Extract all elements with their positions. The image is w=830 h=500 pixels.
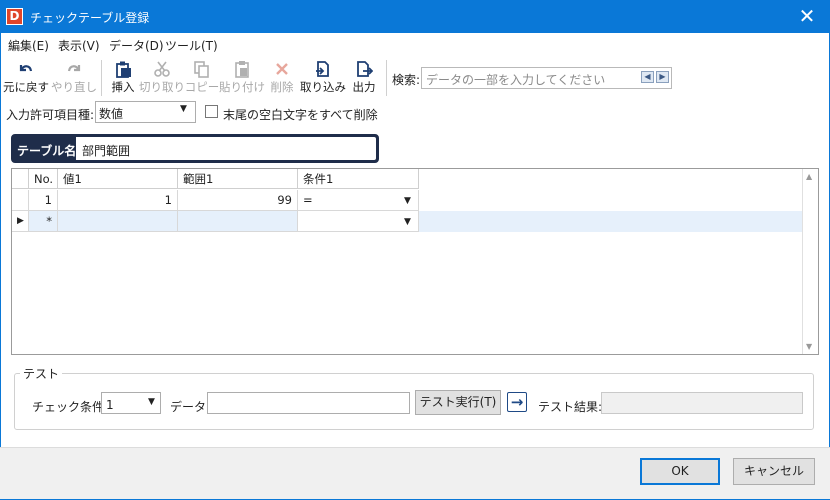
column-header-no[interactable]: No. [29, 169, 58, 189]
column-header-value1[interactable]: 値1 [58, 169, 178, 189]
export-button[interactable]: 出力 [344, 58, 384, 98]
search-prev-button[interactable]: ◀ [641, 71, 654, 83]
grid-corner [12, 169, 29, 189]
delete-icon [262, 58, 302, 80]
chevron-down-icon[interactable]: ▼ [404, 217, 411, 227]
table-name-label: テーブル名: [17, 144, 82, 158]
ok-button[interactable]: OK [640, 458, 720, 485]
undo-button[interactable]: 元に戻す [3, 58, 49, 98]
condition-select-value: 1 [106, 398, 114, 412]
undo-label: 元に戻す [3, 80, 49, 94]
new-row-filler [419, 211, 802, 232]
type-select-value: 数値 [99, 107, 124, 121]
window-title: チェックテーブル登録 [30, 11, 150, 25]
toolbar-separator [386, 60, 387, 96]
table-name-value: 部門範囲 [82, 144, 131, 158]
run-test-button[interactable]: テスト実行(T) [415, 390, 501, 415]
type-label: 入力許可項目種: [6, 108, 95, 122]
row-header-current[interactable]: ▶ [12, 211, 29, 232]
menu-data[interactable]: データ(D) [109, 37, 164, 54]
undo-icon [6, 58, 46, 80]
chevron-down-icon: ▼ [180, 104, 187, 114]
row-header[interactable] [12, 190, 29, 211]
chevron-down-icon: ▼ [148, 397, 155, 407]
condition-label: チェック条件: [32, 400, 109, 414]
app-icon: D [6, 8, 23, 25]
trim-checkbox[interactable] [205, 105, 218, 118]
chevron-down-icon[interactable]: ▼ [404, 196, 411, 206]
column-header-condition1[interactable]: 条件1 [298, 169, 419, 189]
cell-condition1[interactable]: = [298, 190, 419, 211]
vertical-scrollbar[interactable] [802, 169, 818, 354]
export-label: 出力 [352, 80, 376, 94]
test-data-input[interactable] [207, 392, 410, 414]
trim-label: 末尾の空白文字をすべて削除 [223, 108, 378, 122]
menu-tools[interactable]: ツール(T) [165, 37, 218, 54]
test-result-field [601, 392, 803, 414]
cancel-button[interactable]: キャンセル [733, 458, 815, 485]
cell-value1-new[interactable] [58, 211, 178, 232]
data-label: データ: [170, 400, 211, 414]
test-group-title: テスト [20, 365, 63, 382]
search-next-button[interactable]: ▶ [656, 71, 669, 83]
import-icon [303, 58, 343, 80]
insert-icon [103, 58, 143, 80]
search-placeholder: データの一部を入力してください [426, 73, 606, 87]
menu-edit[interactable]: 編集(E) [8, 37, 49, 54]
cell-no-new: * [29, 211, 58, 232]
copy-icon [182, 58, 222, 80]
redo-icon [54, 58, 94, 80]
window-border-left [0, 33, 1, 500]
search-label: 検索: [392, 73, 421, 87]
cell-no: 1 [29, 190, 58, 211]
arrow-right-icon: → [507, 392, 527, 412]
delete-button[interactable]: 削除 [262, 58, 302, 98]
result-label: テスト結果: [538, 400, 603, 414]
cut-icon [142, 58, 182, 80]
redo-label: やり直し [51, 80, 97, 94]
export-icon [344, 58, 384, 80]
cell-condition1-new[interactable] [298, 211, 419, 232]
cell-range1-new[interactable] [178, 211, 298, 232]
cell-value1[interactable]: 1 [58, 190, 178, 211]
paste-icon [222, 58, 262, 80]
cell-condition1-value: = [303, 193, 313, 207]
redo-button[interactable]: やり直し [51, 58, 97, 98]
column-header-range1[interactable]: 範囲1 [178, 169, 298, 189]
import-button[interactable]: 取り込み [300, 58, 346, 98]
cell-range1[interactable]: 99 [178, 190, 298, 211]
scroll-up-icon[interactable]: ▲ [806, 172, 812, 181]
scroll-down-icon[interactable]: ▼ [806, 342, 812, 351]
menu-view[interactable]: 表示(V) [58, 37, 100, 54]
close-button[interactable]: ✕ [792, 2, 822, 30]
